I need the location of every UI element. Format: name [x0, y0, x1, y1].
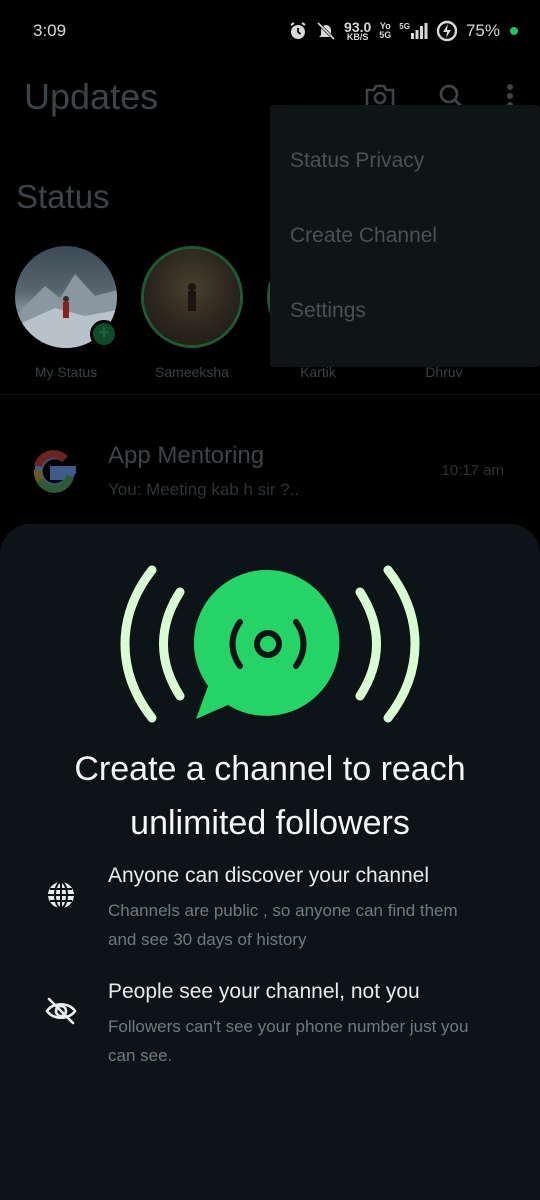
mute-bell-icon — [316, 21, 336, 41]
google-logo-icon — [33, 450, 76, 493]
status-item-my-status[interactable]: + My Status — [14, 246, 118, 380]
feature-title: People see your channel, not you — [108, 980, 420, 1003]
battery-charging-icon — [436, 20, 458, 42]
status-bar: 3:09 93.0 KB/S Yo 5G 5G 75% — [0, 0, 540, 62]
create-channel-sheet: Create a channel to reach unlimited foll… — [0, 524, 540, 1200]
mobile-signal: 5G — [399, 22, 428, 40]
chat-time: 10:17 am — [441, 462, 504, 479]
battery-dot — [510, 27, 518, 35]
menu-item-status-privacy[interactable]: Status Privacy — [270, 123, 540, 198]
feature-discover: Anyone can discover your channel Channel… — [44, 864, 514, 954]
hiker-photo — [188, 283, 196, 311]
overflow-menu: Status Privacy Create Channel Settings — [270, 105, 540, 367]
status-section-title: Status — [16, 178, 110, 215]
chat-last-message: You: Meeting kab h sir ?.. — [108, 480, 300, 499]
chat-name: App Mentoring — [108, 442, 265, 469]
clock: 3:09 — [33, 21, 67, 40]
menu-item-settings[interactable]: Settings — [270, 273, 540, 348]
signal-icon — [410, 23, 428, 39]
chat-list-item[interactable]: App Mentoring You: Meeting kab h sir ?..… — [0, 432, 540, 512]
sheet-headline: Create a channel to reach unlimited foll… — [74, 750, 466, 842]
globe-icon — [48, 881, 74, 909]
network-speed: 93.0 KB/S — [344, 18, 372, 42]
feature-title: Anyone can discover your channel — [108, 864, 430, 887]
avatar — [141, 246, 243, 348]
page-title: Updates — [24, 76, 159, 117]
feature-description: Followers can't see your phone number ju… — [108, 1017, 469, 1065]
add-status-icon[interactable]: + — [90, 320, 118, 348]
alarm-icon — [290, 22, 306, 39]
status-item-sameeksha[interactable]: Sameeksha — [140, 246, 244, 380]
menu-item-create-channel[interactable]: Create Channel — [270, 198, 540, 273]
feature-description: Channels are public , so anyone can find… — [108, 901, 458, 949]
eye-off-icon — [45, 997, 77, 1025]
battery-level: 75% — [465, 21, 500, 40]
volte-indicator: Yo 5G — [379, 21, 392, 40]
status-icons: 93.0 KB/S Yo 5G 5G 75% — [288, 20, 518, 42]
divider — [0, 394, 540, 395]
feature-privacy: People see your channel, not you Followe… — [44, 980, 514, 1070]
channel-broadcast-icon — [120, 565, 420, 723]
